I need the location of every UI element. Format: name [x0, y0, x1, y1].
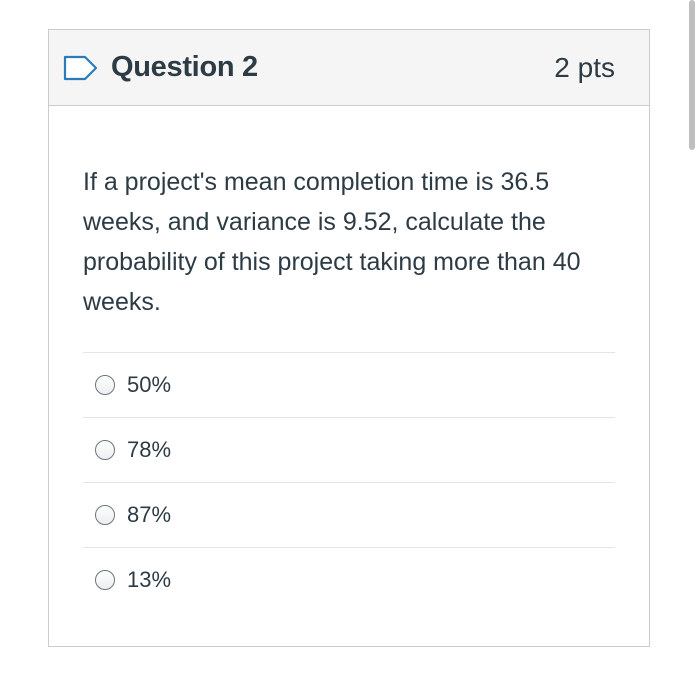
radio-button[interactable]: [95, 440, 115, 460]
question-title: Question 2: [111, 51, 258, 83]
answer-option[interactable]: 13%: [83, 547, 615, 612]
radio-button[interactable]: [95, 375, 115, 395]
answer-option[interactable]: 50%: [83, 352, 615, 417]
radio-button[interactable]: [95, 570, 115, 590]
radio-button[interactable]: [95, 505, 115, 525]
quiz-page: Question 2 2 pts If a project's mean com…: [0, 0, 700, 681]
scrollbar[interactable]: [689, 0, 695, 150]
question-card: Question 2 2 pts If a project's mean com…: [48, 29, 650, 647]
question-header: Question 2 2 pts: [49, 30, 649, 106]
flag-question-icon[interactable]: [63, 54, 99, 82]
answer-label: 78%: [127, 437, 172, 462]
answer-option[interactable]: 87%: [83, 482, 615, 547]
answer-label: 50%: [127, 372, 172, 397]
answer-option[interactable]: 78%: [83, 417, 615, 482]
question-text: If a project's mean completion time is 3…: [83, 168, 581, 316]
question-points: 2 pts: [554, 51, 615, 83]
answer-list: 50% 78% 87% 13%: [83, 352, 615, 612]
question-body: If a project's mean completion time is 3…: [49, 162, 649, 612]
answer-label: 87%: [127, 502, 172, 527]
answer-label: 13%: [127, 567, 172, 592]
